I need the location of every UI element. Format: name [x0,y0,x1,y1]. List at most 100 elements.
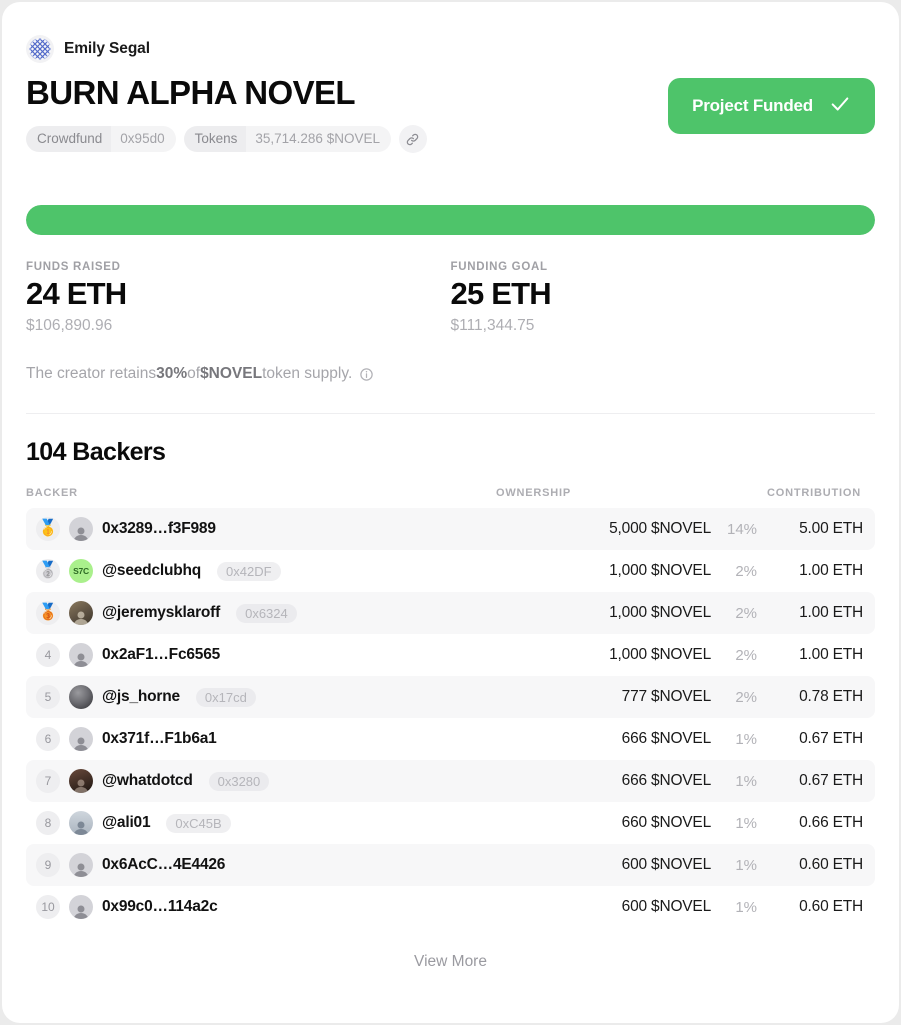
project-card: Emily Segal BURN ALPHA NOVEL Crowdfund 0… [2,2,899,1023]
table-header-row: BACKER OWNERSHIP CONTRIBUTION [26,487,875,508]
avatar [69,601,93,626]
ownership-percent: 2% [735,562,758,580]
backer-cell: 🥉 @jeremysklaroff 0x6324 [26,592,496,635]
funding-goal-usd: $111,344.75 [450,317,535,335]
ownership-percent: 2% [711,676,768,719]
table-row[interactable]: 🥇 0x3289…f3F989 5,000 $NOVEL 14% 5.00 ETH [26,508,876,551]
check-icon [829,93,851,120]
table-row[interactable]: 7 @whatdotcd 0x3280 666 $NOVEL 1% 0.67 ETH [26,760,876,803]
ownership-percent: 1% [735,814,758,832]
avatar-label: S7C [73,566,89,577]
funding-progress-bar [26,205,875,236]
rank-number: 4 [36,643,60,668]
ownership-tokens: 1,000 $NOVEL [496,592,711,635]
funds-raised-usd: $106,890.96 [26,317,113,335]
backer-cell: 7 @whatdotcd 0x3280 [26,760,496,803]
backer-name: @whatdotcd [102,772,193,790]
rank-number: 7 [36,769,60,794]
backer-cell: 9 0x6AcC…4E4426 [26,844,496,887]
avatar [69,895,93,920]
rank-number: 5 [36,685,60,710]
rank-number: 8 [36,811,60,836]
ownership-percent: 1% [711,844,768,887]
rank-number: 6 [36,727,60,752]
creator-row[interactable]: Emily Segal [26,2,875,63]
funds-raised-label: FUNDS RAISED [26,261,121,274]
backer-cell: 🥇 0x3289…f3F989 [26,508,496,551]
backer-cell: 6 0x371f…F1b6a1 [26,718,496,760]
info-circle-icon[interactable] [359,367,374,382]
ownership-tokens: 660 $NOVEL [621,814,712,832]
ownership-percent: 1% [735,730,758,748]
note-percent: 30% [156,365,188,383]
backer-name: 0x371f…F1b6a1 [102,730,217,748]
chain-link-icon[interactable] [398,125,427,154]
backer-cell: 5 @js_horne 0x17cd [26,676,496,719]
ownership-tokens: 1,000 $NOVEL [609,646,711,664]
avatar [69,685,93,710]
ownership-tokens: 777 $NOVEL [496,676,711,719]
contribution-eth: 0.67 ETH [767,760,876,803]
table-row[interactable]: 9 0x6AcC…4E4426 600 $NOVEL 1% 0.60 ETH [26,844,876,887]
pill-crowdfund-value: 0x95d0 [120,131,165,147]
backer-cell: 🥈 S7C @seedclubhq 0x42DF [26,550,496,592]
contribution-eth: 1.00 ETH [799,646,864,664]
column-header-backer: BACKER [26,487,78,500]
table-row[interactable]: 4 0x2aF1…Fc6565 1,000 $NOVEL 2% 1.00 ETH [26,634,875,676]
funds-raised-value: 24 ETH [26,276,127,312]
note-token: $NOVEL [200,365,263,383]
backer-address-chip: 0x17cd [195,687,256,707]
backer-name: @js_horne [102,688,180,706]
backer-name: @jeremysklaroff [102,604,221,622]
funding-goal-label: FUNDING GOAL [450,261,548,274]
column-header-contribution: CONTRIBUTION [767,487,861,500]
funding-goal-value: 25 ETH [450,276,552,312]
medal-icon: 🥇 [36,517,60,542]
pill-tokens-label: Tokens [183,126,247,153]
contribution-eth: 1.00 ETH [799,562,864,580]
backer-cell: 10 0x99c0…114a2c [26,886,496,928]
avatar [69,769,93,794]
column-header-ownership: OWNERSHIP [496,487,572,500]
note-prefix: The creator retains [26,365,157,383]
section-divider [26,413,875,415]
backer-name: 0x3289…f3F989 [102,520,216,538]
contribution-eth: 5.00 ETH [767,508,876,551]
avatar [69,811,93,836]
ownership-percent: 2% [735,646,758,664]
ownership-tokens: 666 $NOVEL [496,760,711,803]
contribution-eth: 0.60 ETH [767,844,876,887]
backer-address-chip: 0xC45B [166,813,231,833]
backer-name: 0x99c0…114a2c [102,898,218,916]
contribution-eth: 0.60 ETH [799,898,864,916]
table-row[interactable]: 8 @ali01 0xC45B 660 $NOVEL 1% 0.66 ETH [26,802,875,844]
funding-progress-fill [26,205,875,236]
table-row[interactable]: 5 @js_horne 0x17cd 777 $NOVEL 2% 0.78 ETH [26,676,876,719]
medal-icon: 🥉 [36,601,60,626]
pill-tokens[interactable]: Tokens 35,714.286 $NOVEL [183,126,391,153]
ownership-percent: 14% [711,508,768,551]
table-row[interactable]: 🥉 @jeremysklaroff 0x6324 1,000 $NOVEL 2% 1.00… [26,592,876,635]
table-row[interactable]: 10 0x99c0…114a2c 600 $NOVEL 1% 0.60 ETH [26,886,875,928]
backer-address-chip: 0x6324 [236,603,297,623]
backer-name: @ali01 [102,814,151,832]
project-funded-badge[interactable]: Project Funded [668,78,875,134]
avatar [69,643,93,668]
ownership-tokens: 5,000 $NOVEL [496,508,711,551]
ownership-tokens: 600 $NOVEL [496,844,711,887]
table-row[interactable]: 🥈 S7C @seedclubhq 0x42DF 1,000 $NOVEL 2% 1.00 … [26,550,875,592]
view-more-button[interactable]: View More [26,953,875,971]
pill-crowdfund[interactable]: Crowdfund 0x95d0 [26,126,176,153]
avatar [69,853,93,878]
backer-name: 0x2aF1…Fc6565 [102,646,221,664]
creator-retention-note: The creator retains 30% of $NOVEL token … [26,365,875,383]
medal-icon: 🥈 [36,559,60,584]
ownership-tokens: 666 $NOVEL [621,730,712,748]
stats-row: FUNDS RAISED 24 ETH $106,890.96 FUNDING … [26,261,875,335]
rank-number: 10 [36,895,60,920]
backer-cell: 4 0x2aF1…Fc6565 [26,634,496,676]
table-row[interactable]: 6 0x371f…F1b6a1 666 $NOVEL 1% 0.67 ETH [26,718,875,760]
ownership-tokens: 600 $NOVEL [621,898,712,916]
ownership-percent: 1% [735,898,758,916]
backers-table: BACKER OWNERSHIP CONTRIBUTION 🥇 0x3289…f3… [26,487,876,928]
